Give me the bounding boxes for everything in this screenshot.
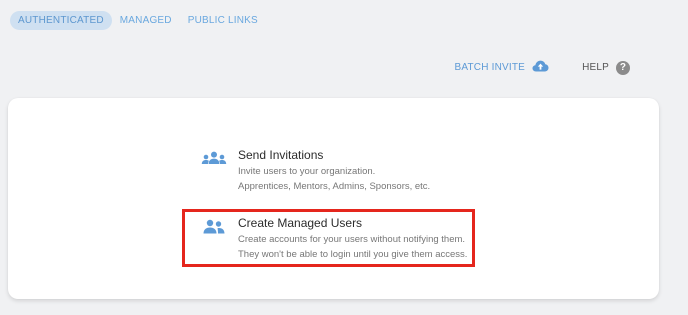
batch-invite-button[interactable]: BATCH INVITE <box>455 60 550 75</box>
send-invitations-desc-1: Invite users to your organization. <box>238 166 376 177</box>
tab-bar: AUTHENTICATED MANAGED PUBLIC LINKS <box>10 11 266 30</box>
action-bar: BATCH INVITE HELP ? <box>455 60 630 75</box>
create-managed-users-option[interactable]: Create Managed Users Create accounts for… <box>201 216 467 262</box>
cloud-upload-icon <box>532 60 549 75</box>
tab-managed[interactable]: MANAGED <box>112 11 180 30</box>
create-managed-users-title: Create Managed Users <box>238 216 363 230</box>
options-card: Send Invitations Invite users to your or… <box>8 98 659 299</box>
help-icon: ? <box>616 60 630 75</box>
send-invitations-desc-2: Apprentices, Mentors, Admins, Sponsors, … <box>238 181 431 192</box>
create-managed-users-desc-1: Create accounts for your users without n… <box>238 234 466 245</box>
send-invitations-title: Send Invitations <box>238 148 324 162</box>
create-managed-users-desc-2: They won't be able to login until you gi… <box>238 249 468 260</box>
users-icon <box>201 219 227 235</box>
tab-public-links[interactable]: PUBLIC LINKS <box>180 11 266 30</box>
help-button[interactable]: HELP ? <box>582 60 630 75</box>
help-label: HELP <box>582 62 609 73</box>
tab-authenticated[interactable]: AUTHENTICATED <box>10 11 112 30</box>
batch-invite-label: BATCH INVITE <box>454 62 526 73</box>
group-icon <box>201 151 227 167</box>
send-invitations-option[interactable]: Send Invitations Invite users to your or… <box>201 148 430 194</box>
